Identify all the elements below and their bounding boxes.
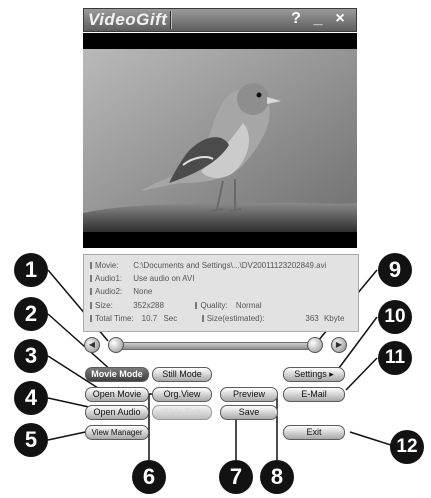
- exit-button[interactable]: Exit: [283, 425, 345, 440]
- video-preview: [83, 33, 357, 248]
- slider-right-arrow-icon[interactable]: ▶: [331, 337, 347, 353]
- callout-12: 12: [390, 430, 424, 464]
- size-estimated-value: 363: [305, 314, 319, 323]
- info-size-row: Size: 352x288 Quality: Normal: [90, 301, 262, 310]
- callout-11: 11: [378, 341, 412, 375]
- movie-info-panel: Movie: C:\Documents and Settings\...\DV2…: [83, 254, 359, 332]
- callout-1: 1: [14, 253, 48, 287]
- settings-label: Settings: [294, 369, 327, 379]
- slider-end-handle[interactable]: [307, 337, 323, 353]
- help-button[interactable]: ?: [288, 9, 304, 29]
- title-separator: [170, 11, 172, 29]
- close-button[interactable]: ×: [332, 9, 348, 29]
- email-button[interactable]: E-Mail: [283, 387, 345, 402]
- quality-label: Quality:: [200, 301, 228, 310]
- movie-path: C:\Documents and Settings\...\DV20011123…: [133, 261, 327, 270]
- settings-arrow-icon: ▸: [329, 369, 334, 379]
- callout-2: 2: [14, 297, 48, 331]
- quality-value: Normal: [235, 301, 262, 310]
- movie-label: Movie:: [95, 261, 119, 270]
- movie-mode-button[interactable]: Movie Mode: [85, 367, 149, 382]
- slider-left-arrow-icon[interactable]: ◀: [84, 337, 100, 353]
- save-button[interactable]: Save: [220, 405, 278, 420]
- size-label: Size:: [95, 301, 113, 310]
- size-estimated-unit: Kbyte: [323, 314, 345, 323]
- size-estimated-label: Size(estimated):: [206, 314, 265, 323]
- open-movie-button[interactable]: Open Movie: [85, 387, 149, 402]
- audio1-value: Use audio on AVI: [133, 274, 195, 283]
- audio2-label: Audio2:: [95, 287, 123, 296]
- title-bar[interactable]: VideoGift ? _ ×: [83, 8, 357, 32]
- info-time-row: Total Time: 10.7 Sec Size(estimated): 36…: [90, 314, 344, 323]
- slide-edit-button[interactable]: Slide Edit: [152, 405, 212, 420]
- info-audio2-row: Audio2: None: [90, 287, 152, 296]
- callout-3: 3: [14, 339, 48, 373]
- info-audio1-row: Audio1: Use audio on AVI: [90, 274, 194, 283]
- audio2-value: None: [133, 287, 153, 296]
- callout-6: 6: [132, 460, 166, 494]
- total-time-label: Total Time:: [95, 314, 134, 323]
- callout-9: 9: [378, 253, 412, 287]
- callout-8: 8: [260, 460, 294, 494]
- frame-range-slider[interactable]: [112, 342, 320, 350]
- open-audio-button[interactable]: Open Audio: [85, 405, 149, 420]
- slider-start-handle[interactable]: [108, 337, 124, 353]
- app-title: VideoGift: [88, 10, 168, 29]
- audio1-label: Audio1:: [95, 274, 123, 283]
- total-time-value: 10.7: [141, 314, 158, 323]
- total-time-unit: Sec: [163, 314, 178, 323]
- callout-4: 4: [14, 381, 48, 415]
- size-value: 352x288: [133, 301, 164, 310]
- info-movie-row: Movie: C:\Documents and Settings\...\DV2…: [90, 261, 326, 270]
- callout-10: 10: [378, 300, 412, 334]
- view-manager-button[interactable]: View Manager: [85, 425, 149, 440]
- minimize-button[interactable]: _: [310, 9, 326, 29]
- still-mode-button[interactable]: Still Mode: [152, 367, 212, 382]
- org-view-button[interactable]: Org.View: [152, 387, 212, 402]
- preview-button[interactable]: Preview: [220, 387, 278, 402]
- callout-7: 7: [219, 460, 253, 494]
- bird-video-frame: [83, 49, 357, 232]
- settings-button[interactable]: Settings ▸: [283, 367, 345, 382]
- callout-5: 5: [14, 423, 48, 457]
